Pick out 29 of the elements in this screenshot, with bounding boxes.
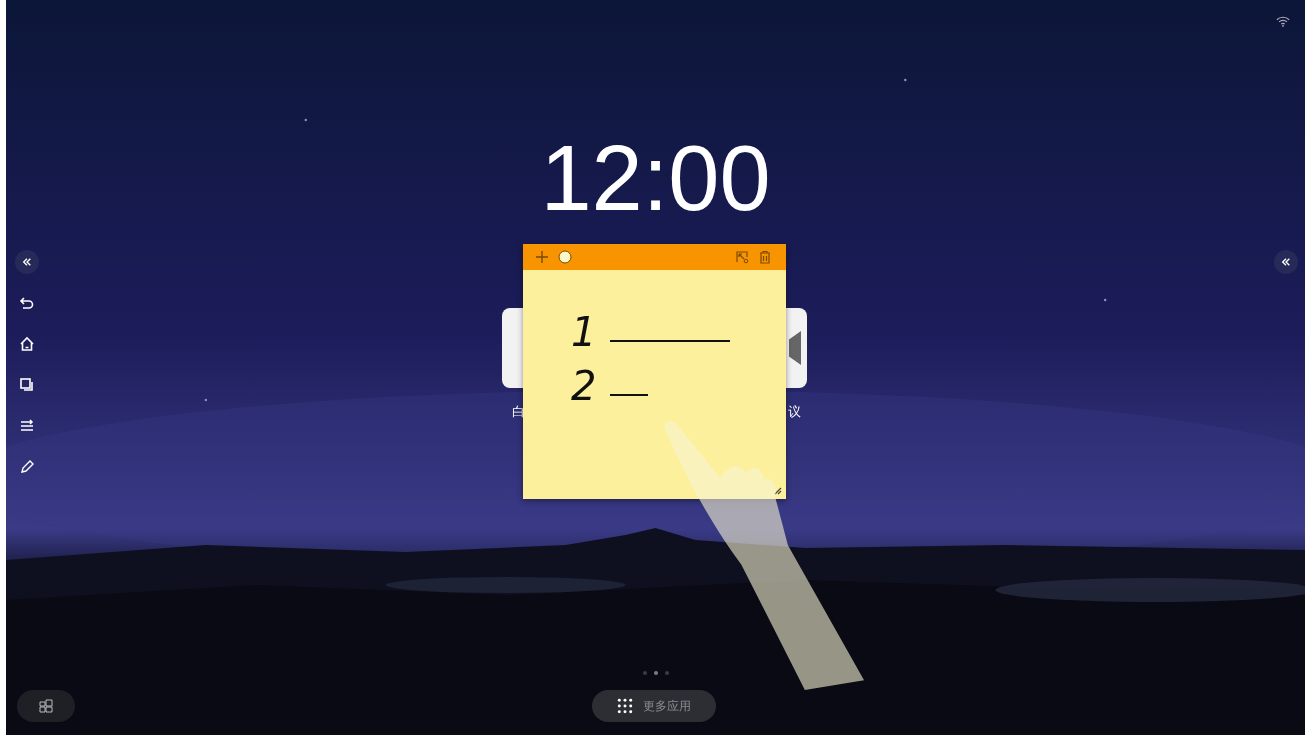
circle-icon[interactable] — [558, 250, 572, 264]
chevrons-left-icon — [22, 257, 32, 267]
speaker-icon — [789, 331, 801, 365]
page-dot[interactable] — [642, 671, 647, 675]
chevrons-left-icon — [1281, 257, 1291, 267]
sticky-note[interactable]: 1 2 — [523, 244, 786, 499]
app-label: 白 — [512, 403, 525, 421]
windows-icon — [39, 699, 53, 713]
resize-grip-icon[interactable] — [774, 487, 782, 495]
wifi-icon — [1276, 16, 1290, 27]
page-dot[interactable] — [653, 671, 658, 675]
trash-icon[interactable] — [758, 250, 772, 264]
back-icon[interactable] — [19, 295, 35, 311]
handwritten-number: 2 — [571, 366, 597, 406]
windows-button[interactable] — [17, 690, 75, 722]
more-apps-button[interactable]: 更多应用 — [592, 690, 716, 722]
handwritten-line — [610, 393, 649, 397]
app-tile[interactable] — [786, 308, 807, 388]
home-icon[interactable] — [19, 336, 35, 352]
clock-time: 12:00 — [539, 132, 772, 224]
pencil-icon[interactable] — [19, 459, 35, 475]
windows-icon[interactable] — [19, 377, 35, 393]
app-label: 议 — [788, 403, 801, 421]
page-dot[interactable] — [664, 671, 669, 675]
handwritten-number: 1 — [571, 312, 597, 352]
list-icon[interactable] — [19, 418, 35, 434]
app-tile[interactable] — [502, 308, 523, 388]
resize-icon[interactable] — [735, 250, 749, 264]
grid-icon — [617, 698, 633, 714]
